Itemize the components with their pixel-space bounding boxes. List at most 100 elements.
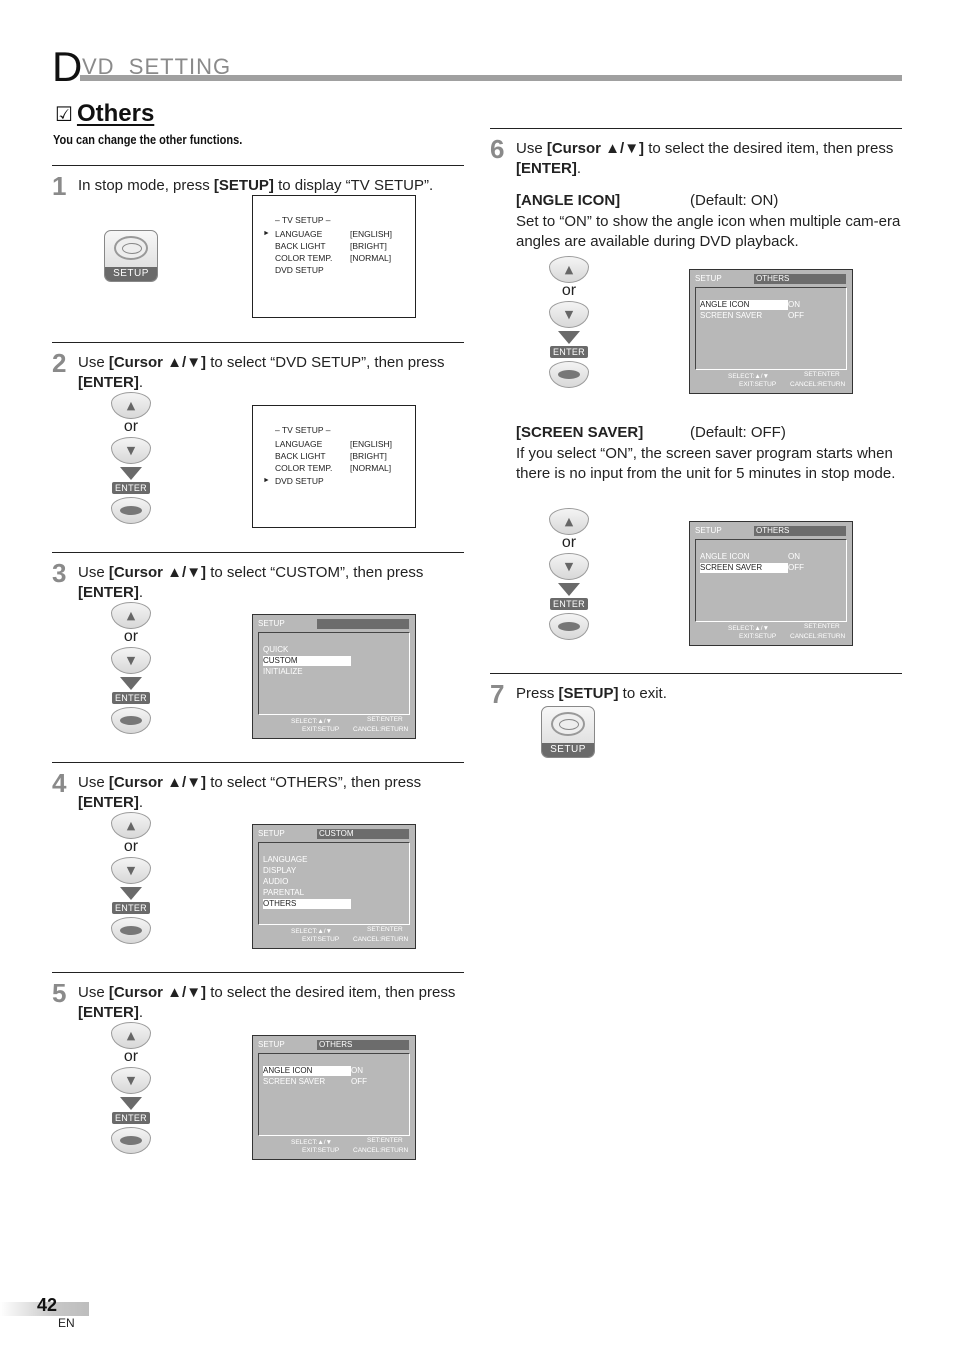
- step-divider: [52, 552, 464, 553]
- cursor-up-button[interactable]: ▲: [111, 602, 151, 629]
- menu-item-selected: ANGLE ICON ON: [263, 1066, 363, 1076]
- tv-setup-item: BACK LIGHT [BRIGHT]: [275, 451, 387, 461]
- cursor-down-button[interactable]: ▼: [111, 857, 151, 884]
- arrow-down-icon: [120, 467, 142, 480]
- footer-cancel: CANCEL:RETURN: [353, 936, 409, 943]
- setup-button[interactable]: SETUP: [104, 230, 158, 282]
- footer-exit: EXIT:SETUP: [739, 381, 777, 388]
- cursor-down-button[interactable]: ▼: [111, 437, 151, 464]
- step-instruction: In stop mode, press [SETUP] to display “…: [78, 177, 434, 194]
- cursor-up-button[interactable]: ▲: [111, 812, 151, 839]
- step-number: 3: [52, 558, 67, 588]
- enter-button[interactable]: [111, 1127, 151, 1154]
- arrow-down-icon: [558, 583, 580, 596]
- screen-top-label: SETUP: [258, 829, 285, 838]
- or-label: or: [123, 418, 139, 435]
- page-header: D VD SETTING: [52, 43, 902, 90]
- step-number: 1: [52, 171, 67, 201]
- tv-setup-item: COLOR TEMP. [NORMAL]: [275, 253, 392, 263]
- menu-item-selected: SCREEN SAVER OFF: [700, 563, 804, 573]
- section-title-text: Others: [76, 100, 155, 127]
- menu-panel: ANGLE ICON ON SCREEN SAVER OFF: [695, 287, 847, 370]
- page-language: EN: [58, 1316, 75, 1330]
- dvd-custom-screen: SETUP CUSTOM LANGUAGE DISPLAY AUDIO PARE…: [252, 824, 416, 949]
- page-number: 42: [37, 1295, 58, 1315]
- remote-controls: ▲ or ▼ ENTER: [109, 812, 153, 944]
- step-divider: [490, 673, 902, 674]
- menu-panel: LANGUAGE DISPLAY AUDIO PARENTAL OTHERS: [258, 842, 410, 925]
- step-number: 6: [490, 134, 505, 164]
- step-number: 4: [52, 768, 67, 798]
- setup-button-label: SETUP: [105, 267, 157, 281]
- step-instruction: Use [Cursor ▲/▼] to select “DVD SETUP”, …: [78, 354, 445, 391]
- step-divider: [52, 342, 464, 343]
- checkbox-icon: ☑: [55, 103, 73, 126]
- footer-set: SET:ENTER: [367, 716, 403, 723]
- header-title-initial: D: [52, 43, 83, 90]
- step-number: 5: [52, 978, 67, 1008]
- step-instruction: Use [Cursor ▲/▼] to select “OTHERS”, the…: [78, 774, 422, 811]
- menu-item: PARENTAL: [263, 888, 305, 897]
- arrow-down-icon: [120, 1097, 142, 1110]
- menu-item: SCREEN SAVER OFF: [263, 1077, 367, 1086]
- step-7: 7 Press [SETUP] to exit. SETUP: [490, 673, 902, 773]
- footer-select: SELECT:▲/▼: [291, 928, 333, 935]
- enter-label: ENTER: [111, 902, 150, 914]
- cursor-up-button[interactable]: ▲: [549, 508, 589, 535]
- cursor-down-button[interactable]: ▼: [111, 1067, 151, 1094]
- enter-button[interactable]: [549, 361, 589, 388]
- cursor-down-button[interactable]: ▼: [549, 301, 589, 328]
- enter-button[interactable]: [549, 613, 589, 640]
- tv-setup-title: – TV SETUP –: [275, 425, 331, 435]
- setup-button-label: SETUP: [542, 743, 594, 757]
- header-title: VD SETTING: [82, 54, 232, 79]
- tv-setup-screen: – TV SETUP – ► LANGUAGE [ENGLISH] BACK LIG…: [252, 195, 416, 318]
- enter-button[interactable]: [111, 497, 151, 524]
- menu-item: DISPLAY: [263, 866, 297, 875]
- screen-top-bar: [317, 619, 409, 629]
- step-instruction: Press [SETUP] to exit.: [516, 685, 667, 702]
- footer-select: SELECT:▲/▼: [291, 1139, 333, 1146]
- screen-saver-heading: [SCREEN SAVER]: [516, 424, 644, 441]
- enter-button[interactable]: [111, 917, 151, 944]
- cursor-down-button[interactable]: ▼: [549, 553, 589, 580]
- footer-select: SELECT:▲/▼: [728, 625, 770, 632]
- menu-item: AUDIO: [263, 877, 289, 886]
- remote-controls: ▲ or ▼ ENTER: [547, 256, 591, 388]
- cursor-icon: ►: [263, 230, 270, 237]
- screen-top-label: SETUP: [258, 619, 285, 628]
- dvd-others-screen-angle: SETUP OTHERS ANGLE ICON ON SCREEN SAVER OF…: [689, 269, 853, 394]
- setup-button-icon: [114, 236, 148, 260]
- arrow-down-icon: [120, 887, 142, 900]
- step-divider: [52, 165, 464, 166]
- cursor-up-button[interactable]: ▲: [549, 256, 589, 283]
- step-2: 2 Use [Cursor ▲/▼] to select “DVD SETUP”…: [52, 342, 464, 542]
- enter-button[interactable]: [111, 707, 151, 734]
- cursor-down-button[interactable]: ▼: [111, 647, 151, 674]
- footer-exit: EXIT:SETUP: [739, 633, 777, 640]
- footer-exit: EXIT:SETUP: [302, 726, 340, 733]
- step-5: 5 Use [Cursor ▲/▼] to select the desired…: [52, 972, 464, 1172]
- angle-icon-heading: [ANGLE ICON]: [516, 192, 621, 209]
- or-label: or: [123, 838, 139, 855]
- angle-icon-description: Set to “ON” to show the angle icon when …: [516, 213, 901, 250]
- menu-item-selected: ANGLE ICON ON: [700, 300, 800, 310]
- enter-label: ENTER: [549, 346, 588, 358]
- tv-setup-screen: – TV SETUP – LANGUAGE [ENGLISH] BACK LIGH…: [252, 405, 416, 528]
- menu-item: QUICK: [263, 645, 289, 654]
- setup-button-icon: [551, 712, 585, 736]
- footer-set: SET:ENTER: [367, 926, 403, 933]
- step-instruction: Use [Cursor ▲/▼] to select the desired i…: [78, 984, 456, 1021]
- arrow-down-icon: [120, 677, 142, 690]
- dvd-setup-screen: SETUP QUICK CUSTOM INITIALIZE SELECT:▲/▼…: [252, 614, 416, 739]
- cursor-up-button[interactable]: ▲: [111, 392, 151, 419]
- footer-set: SET:ENTER: [804, 371, 840, 378]
- cursor-up-button[interactable]: ▲: [111, 1022, 151, 1049]
- step-4: 4 Use [Cursor ▲/▼] to select “OTHERS”, t…: [52, 762, 464, 962]
- setup-button[interactable]: SETUP: [541, 706, 595, 758]
- section-subtitle: You can change the other functions.: [53, 133, 243, 147]
- menu-item: INITIALIZE: [263, 667, 303, 676]
- tv-setup-item: DVD SETUP: [275, 265, 324, 275]
- screen-top-label: SETUP: [695, 274, 722, 283]
- step-instruction: Use [Cursor ▲/▼] to select the desired i…: [516, 140, 894, 177]
